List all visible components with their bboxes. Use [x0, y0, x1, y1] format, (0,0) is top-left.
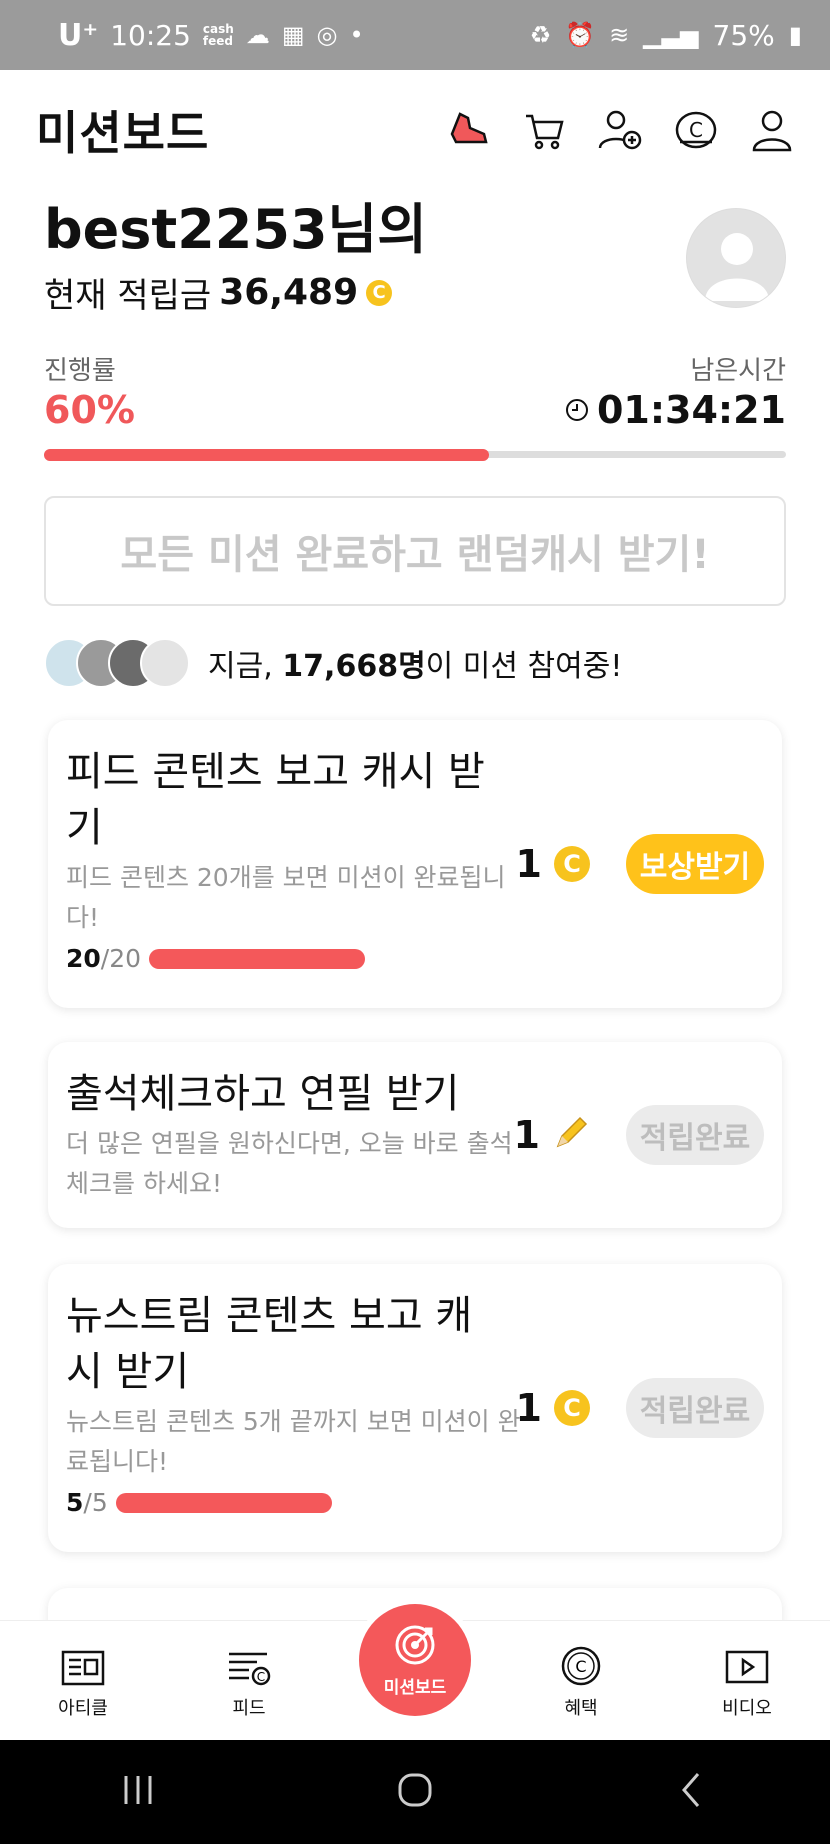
mission-title: 출석체크하고 연필 받기 — [66, 1071, 460, 1117]
mission-description: 피드 콘텐츠 20개를 보면 미션이 완료됩니다! — [66, 863, 506, 932]
mission-count: 20/20 — [66, 944, 764, 973]
coin-icon[interactable]: C — [674, 108, 718, 152]
progress-bar — [44, 449, 786, 461]
coin-icon: C — [554, 846, 590, 882]
points-label: 현재 적립금 — [44, 276, 212, 316]
mission-reward: 1 C 적립완료 — [516, 1378, 764, 1438]
mission-reward: 1 적립완료 — [514, 1105, 764, 1165]
avatar — [140, 638, 190, 688]
nav-feed[interactable]: C 피드 — [189, 1650, 309, 1720]
reward-amount: 1 — [513, 1113, 540, 1157]
pencil-icon — [552, 1114, 590, 1156]
progress-label: 진행률 — [44, 356, 116, 386]
feed-icon: C — [229, 1652, 271, 1686]
nav-feed-label: 피드 — [232, 1698, 266, 1719]
mission-title: 피드 콘텐츠 보고 캐시 받기 — [66, 749, 485, 851]
nav-missionboard[interactable]: 미션보드 — [359, 1604, 471, 1716]
home-icon[interactable] — [395, 1770, 435, 1814]
alarm-icon: ⏰ — [565, 21, 596, 49]
avatar[interactable] — [686, 208, 786, 308]
article-icon — [61, 1650, 105, 1686]
sync-notification-icon: ◎ — [316, 21, 338, 49]
points-value: 36,489 — [219, 272, 359, 313]
user-summary: best2253님의 현재 적립금 36,489 C — [44, 198, 427, 317]
clock: 10:25 — [110, 18, 191, 52]
reward-claimed-button[interactable]: 적립완료 — [626, 1105, 764, 1165]
mission-count: 5/5 — [66, 1488, 764, 1517]
reward-claimed-button[interactable]: 적립완료 — [626, 1378, 764, 1438]
participants-count: 17,668명 — [282, 649, 426, 684]
coin-icon: C — [366, 279, 393, 306]
progress-labels: 진행률 남은시간 — [44, 350, 786, 387]
time-left-label: 남은시간 — [690, 356, 786, 386]
mission-progress-bar — [115, 1492, 332, 1513]
reward-amount: 1 — [515, 842, 542, 886]
participants-row: 지금, 17,668명이 미션 참여중! — [44, 638, 622, 688]
battery-icon: ▮ — [788, 21, 802, 49]
more-notifications-icon: • — [349, 21, 364, 49]
progress-values: 60% 01:34:21 — [44, 388, 786, 432]
nav-video[interactable]: 비디오 — [687, 1650, 807, 1720]
mission-reward: 1 C 보상받기 — [516, 834, 764, 894]
profile-icon[interactable] — [750, 108, 794, 152]
complete-all-button[interactable]: 모든 미션 완료하고 랜덤캐시 받기! — [44, 496, 786, 606]
mission-card[interactable]: 뉴스트림 콘텐츠 보고 캐시 받기 뉴스트림 콘텐츠 5개 끝까지 보면 미션이… — [48, 1264, 782, 1552]
cashfeed-notification-icon: cash feed — [202, 22, 234, 48]
coin-icon: C — [554, 1390, 590, 1426]
progress-percent: 60% — [44, 388, 135, 432]
recent-apps-icon[interactable] — [118, 1770, 158, 1814]
participant-avatars — [44, 638, 190, 688]
app-header: 미션보드 C — [0, 70, 830, 190]
nav-missionboard-label: 미션보드 — [383, 1677, 447, 1698]
user-name: best2253님의 — [44, 198, 427, 261]
status-bar: U⁺ 10:25 cash feed ☁ ▦ ◎ • ♻ ⏰ ≋ ▁▃▅ 75%… — [0, 0, 830, 70]
benefit-icon: C — [561, 1646, 601, 1686]
time-left-value: 01:34:21 — [596, 388, 786, 432]
participants-text: 지금, 17,668명이 미션 참여중! — [208, 649, 623, 684]
nav-benefit[interactable]: C 혜택 — [521, 1646, 641, 1720]
page-title: 미션보드 — [36, 106, 210, 160]
svg-text:C: C — [257, 1670, 265, 1684]
svg-text:C: C — [575, 1657, 586, 1676]
progress-bar-fill — [44, 449, 490, 461]
mission-progress-bar — [149, 948, 366, 969]
battery-percent: 75% — [712, 18, 775, 52]
nav-benefit-label: 혜택 — [564, 1698, 598, 1719]
mission-description: 더 많은 연필을 원하신다면, 오늘 바로 출석체크를 하세요! — [66, 1129, 513, 1198]
wifi-icon: ≋ — [609, 21, 630, 49]
app-notification-icon: ▦ — [281, 21, 305, 49]
cart-icon[interactable] — [522, 108, 566, 152]
time-left: 01:34:21 — [565, 388, 786, 432]
system-nav-bar — [0, 1740, 830, 1844]
mission-card[interactable]: 출석체크하고 연필 받기 더 많은 연필을 원하신다면, 오늘 바로 출석체크를… — [48, 1042, 782, 1228]
mission-title: 뉴스트림 콘텐츠 보고 캐시 받기 — [66, 1293, 473, 1395]
clock-icon — [565, 399, 588, 421]
back-icon[interactable] — [672, 1770, 712, 1814]
reward-amount: 1 — [515, 1386, 542, 1430]
signal-icon: ▁▃▅ — [643, 21, 699, 49]
chat-notification-icon: ☁ — [245, 21, 270, 49]
mission-card[interactable]: 피드 콘텐츠 보고 캐시 받기 피드 콘텐츠 20개를 보면 미션이 완료됩니다… — [48, 720, 782, 1008]
add-friend-icon[interactable] — [598, 108, 642, 152]
points-row: 현재 적립금 36,489 C — [44, 268, 427, 317]
nav-article-label: 아티클 — [58, 1698, 108, 1719]
nav-video-label: 비디오 — [722, 1698, 772, 1719]
nav-article[interactable]: 아티클 — [23, 1650, 143, 1720]
battery-saver-icon: ♻ — [529, 21, 552, 49]
claim-reward-button[interactable]: 보상받기 — [626, 834, 764, 894]
svg-text:C: C — [689, 118, 703, 142]
target-icon — [395, 1625, 435, 1664]
shoe-icon[interactable] — [446, 108, 490, 152]
video-icon — [725, 1650, 769, 1684]
mission-description: 뉴스트림 콘텐츠 5개 끝까지 보면 미션이 완료됩니다! — [66, 1407, 521, 1476]
carrier-label: U⁺ — [58, 17, 99, 53]
